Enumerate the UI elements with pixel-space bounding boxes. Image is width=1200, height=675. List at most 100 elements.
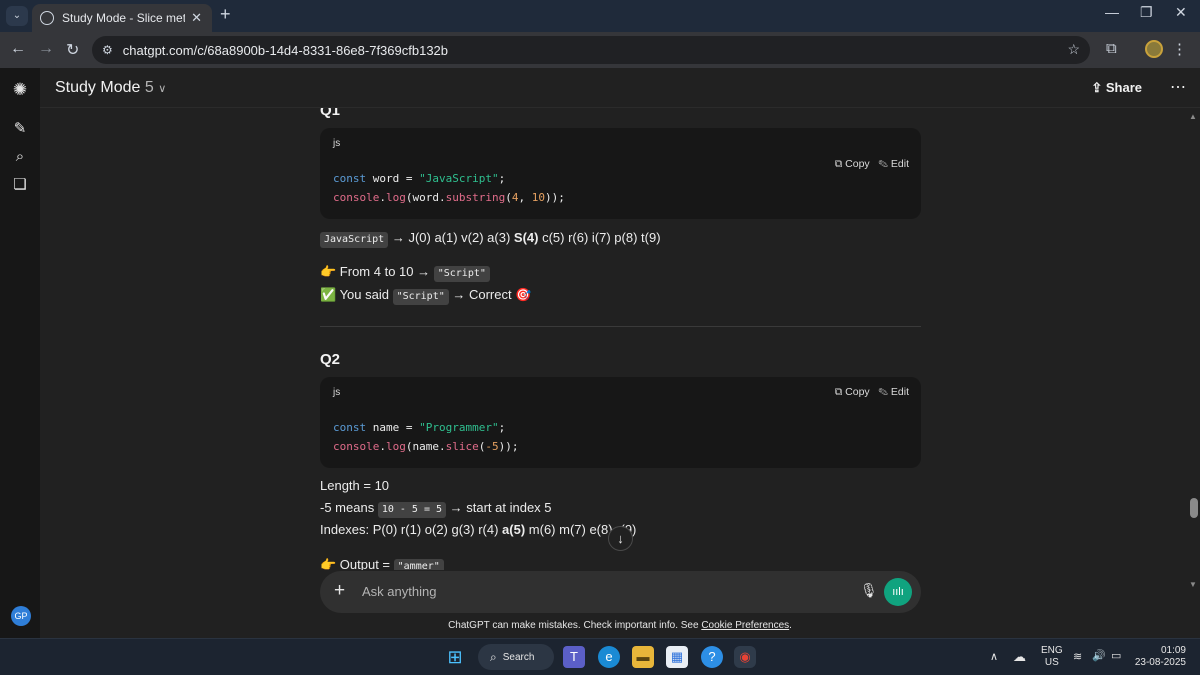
code-token: ( xyxy=(505,191,512,204)
scrollbar-down-arrow[interactable]: ▼ xyxy=(1189,580,1197,589)
copy-button[interactable]: ⧉ Copy xyxy=(835,158,870,170)
close-tab-icon[interactable]: ✕ xyxy=(191,10,202,26)
code-actions: ⧉ Copy ✎ Edit xyxy=(835,386,909,399)
tab-search-button[interactable]: ⌄ xyxy=(6,6,28,26)
q2-code-block: js ⧉ Copy ✎ Edit const name = "Programme… xyxy=(320,377,921,468)
code-language: js xyxy=(333,387,341,398)
text-bold: a(5) xyxy=(502,522,526,537)
text: c(5) r(6) i(7) p(8) t(9) xyxy=(538,230,661,245)
code-actions: ⧉ Copy ✎ Edit xyxy=(835,158,909,171)
scrollbar-up-arrow[interactable]: ▲ xyxy=(1189,112,1197,121)
battery-icon[interactable]: ▭ xyxy=(1111,649,1121,662)
edit-button[interactable]: ✎ Edit xyxy=(878,386,909,398)
lang-code: ENG xyxy=(1041,645,1063,656)
text: ✅ You said xyxy=(320,287,393,302)
microphone-icon[interactable]: 🎙 xyxy=(860,582,878,599)
add-attachment-icon[interactable]: + xyxy=(334,580,345,602)
q2-length-line: Length = 10 xyxy=(320,478,390,493)
tips-icon[interactable]: ? xyxy=(701,646,723,668)
code-token: "JavaScript" xyxy=(419,172,499,185)
q1-code-block: js ⧉ Copy ✎ Edit const word = "JavaScrip… xyxy=(320,128,921,219)
file-explorer-icon[interactable]: ▬ xyxy=(632,646,654,668)
inline-code: JavaScript xyxy=(320,232,389,248)
onedrive-cloud-icon[interactable]: ☁ xyxy=(1013,649,1026,665)
q2-code: const name = "Programmer"; console.log(n… xyxy=(333,418,518,456)
cookie-preferences-link[interactable]: Cookie Preferences xyxy=(701,620,789,631)
text: → start at index 5 xyxy=(446,500,552,515)
openai-logo-icon[interactable]: ✺ xyxy=(10,80,30,100)
code-language: js xyxy=(333,138,341,149)
voice-mode-button[interactable]: ıılı xyxy=(884,578,912,606)
code-token: ; xyxy=(498,421,506,434)
minimize-icon[interactable]: — xyxy=(1105,4,1119,20)
disclaimer-text: ChatGPT can make mistakes. Check importa… xyxy=(448,620,702,631)
clock-time: 01:09 xyxy=(1160,645,1186,656)
taskbar-search[interactable]: ⌕ Search xyxy=(478,644,554,670)
code-token: log xyxy=(385,440,406,453)
forward-icon[interactable]: → xyxy=(38,40,54,58)
share-icon: ⇪ xyxy=(1091,80,1103,95)
code-token: log xyxy=(385,191,406,204)
new-tab-button[interactable]: + xyxy=(220,4,231,25)
disclaimer: ChatGPT can make mistakes. Check importa… xyxy=(0,620,1200,631)
browser-tab-bar: ⌄ Study Mode - Slice method exp ✕ + — ❐ … xyxy=(0,0,1200,32)
url-text: chatgpt.com/c/68a8900b-14d4-8331-86e8-7f… xyxy=(122,42,449,58)
more-options-icon[interactable]: ⋯ xyxy=(1170,77,1186,97)
edit-label: Edit xyxy=(890,386,909,398)
text: → J(0) a(1) v(2) a(3) xyxy=(388,230,514,245)
prompt-input[interactable]: Ask anything xyxy=(362,584,436,599)
extensions-icon[interactable]: ⧉ xyxy=(1106,40,1117,57)
inline-code: 10 - 5 = 5 xyxy=(377,502,447,518)
share-label: Share xyxy=(1105,80,1142,95)
q2-indexes-line: Indexes: P(0) r(1) o(2) g(3) r(4) a(5) m… xyxy=(320,522,636,537)
bookmark-star-icon[interactable]: ☆ xyxy=(1067,41,1080,58)
tray-overflow-icon[interactable]: ∧ xyxy=(990,650,998,663)
clock[interactable]: 01:09 23-08-2025 xyxy=(1135,645,1186,669)
close-window-icon[interactable]: ✕ xyxy=(1175,4,1187,21)
start-windows-icon[interactable]: ⊞ xyxy=(444,646,466,668)
back-icon[interactable]: ← xyxy=(10,40,26,58)
q2-output-line: 👉 Output = "ammer" xyxy=(320,557,444,570)
sidebar: ✺ ✎ ⌕ ❏ xyxy=(0,68,40,638)
code-token: const xyxy=(333,172,367,185)
edge-icon[interactable]: e xyxy=(598,646,620,668)
q1-from-line: 👉 From 4 to 10 → "Script" xyxy=(320,264,490,282)
scrollbar-thumb[interactable] xyxy=(1190,498,1198,518)
copy-label: Copy xyxy=(845,158,870,170)
divider xyxy=(320,326,921,327)
disclaimer-end: . xyxy=(789,620,792,631)
new-chat-icon[interactable]: ✎ xyxy=(10,119,30,139)
library-icon[interactable]: ❏ xyxy=(10,175,30,195)
text: Indexes: P(0) r(1) o(2) g(3) r(4) xyxy=(320,522,503,537)
inline-code: "Script" xyxy=(433,266,490,282)
volume-icon[interactable]: 🔊 xyxy=(1092,649,1106,662)
q1-said-line: ✅ You said "Script" → Correct 🎯 xyxy=(320,287,531,305)
model-selector[interactable]: Study Mode 5 ∨ xyxy=(55,79,166,97)
browser-menu-icon[interactable]: ⋮ xyxy=(1172,40,1187,58)
share-button[interactable]: ⇪ Share xyxy=(1091,80,1142,96)
edit-button[interactable]: ✎ Edit xyxy=(878,158,909,170)
message-composer[interactable]: + Ask anything 🎙 ıılı xyxy=(320,571,921,613)
site-info-icon[interactable]: ⚙ xyxy=(102,43,113,57)
language-indicator[interactable]: ENG US xyxy=(1041,645,1063,669)
teams-icon[interactable]: T xyxy=(563,646,585,668)
wifi-icon[interactable]: ≋ xyxy=(1073,650,1082,663)
search-chats-icon[interactable]: ⌕ xyxy=(10,147,30,167)
browser-profile-avatar[interactable] xyxy=(1145,40,1163,58)
reload-icon[interactable]: ↻ xyxy=(66,40,79,60)
browser-tab[interactable]: Study Mode - Slice method exp ✕ xyxy=(32,4,212,32)
restore-icon[interactable]: ❐ xyxy=(1140,4,1153,21)
code-token: substring xyxy=(445,191,506,204)
code-token: . xyxy=(379,440,386,453)
address-bar[interactable]: ⚙ chatgpt.com/c/68a8900b-14d4-8331-86e8-… xyxy=(92,36,1090,64)
chevron-down-icon: ∨ xyxy=(158,83,167,95)
chrome-icon[interactable]: ◉ xyxy=(734,646,756,668)
copy-button[interactable]: ⧉ Copy xyxy=(835,386,870,398)
search-icon: ⌕ xyxy=(490,649,497,664)
tab-title: Study Mode - Slice method exp xyxy=(62,11,186,25)
chat-content: Q1 js ⧉ Copy ✎ Edit const word = "JavaSc… xyxy=(320,100,921,570)
scroll-to-bottom-button[interactable]: ↓ xyxy=(608,526,633,551)
code-token: )); xyxy=(544,191,565,204)
code-token: (name. xyxy=(405,440,446,453)
microsoft-store-icon[interactable]: ▦ xyxy=(666,646,688,668)
